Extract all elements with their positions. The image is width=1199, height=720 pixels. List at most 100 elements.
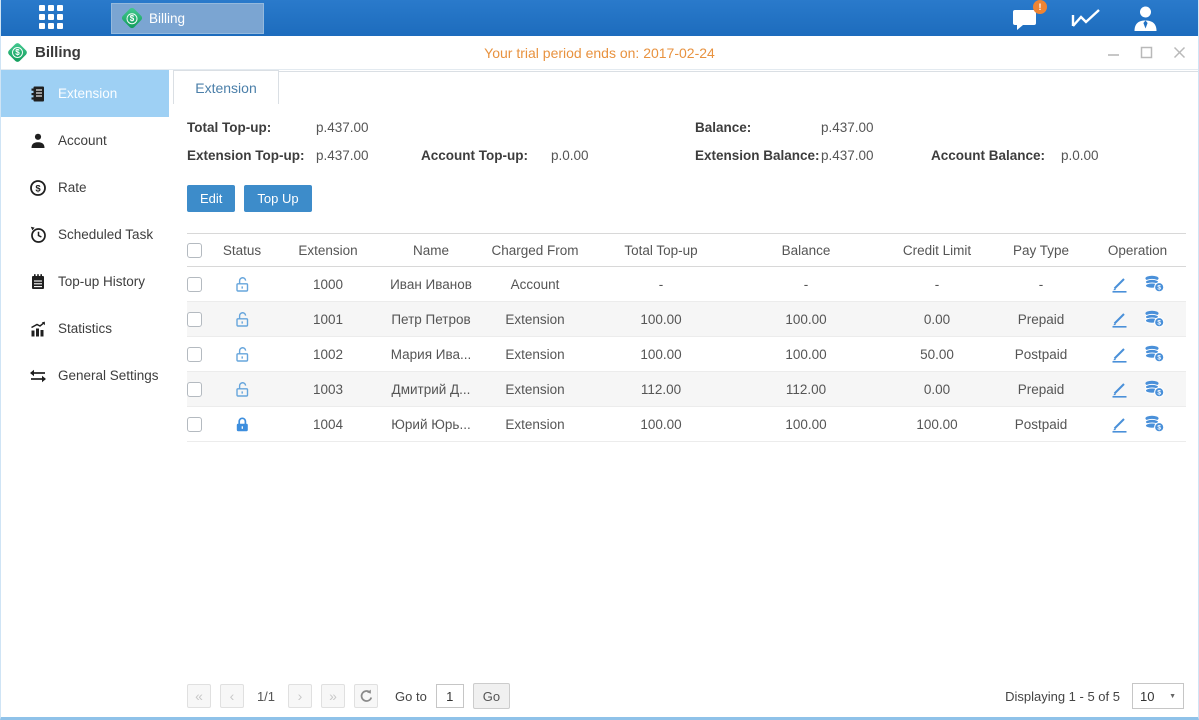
refresh-button[interactable]	[354, 684, 378, 708]
cell-total-topup: 100.00	[591, 347, 731, 362]
extension-topup-value: p.437.00	[316, 148, 421, 163]
top-up-button[interactable]: Top Up	[244, 185, 311, 212]
displaying-text: Displaying 1 - 5 of 5	[1005, 689, 1120, 704]
tab-extension[interactable]: Extension	[173, 70, 279, 104]
extension-balance-value: p.437.00	[821, 148, 931, 163]
edit-button[interactable]: Edit	[187, 185, 235, 212]
summary-panel: Total Top-up: p.437.00 Balance: p.437.00…	[169, 104, 1198, 163]
col-pay-type: Pay Type	[993, 243, 1089, 258]
top-up-row-icon[interactable]: $	[1144, 310, 1165, 328]
svg-text:$: $	[1157, 425, 1161, 432]
maximize-button[interactable]	[1140, 46, 1153, 59]
col-credit-limit: Credit Limit	[881, 243, 993, 258]
row-checkbox[interactable]	[187, 417, 202, 432]
next-page-button[interactable]: ›	[288, 684, 312, 708]
edit-row-icon[interactable]	[1110, 346, 1129, 363]
row-checkbox[interactable]	[187, 382, 202, 397]
tab-strip: Extension	[169, 70, 1198, 104]
clock-icon	[29, 226, 47, 244]
total-topup-value: p.437.00	[316, 120, 421, 135]
notification-badge: !	[1033, 0, 1047, 14]
prev-page-button[interactable]: ‹	[220, 684, 244, 708]
sidebar-item-general-settings[interactable]: General Settings	[1, 352, 169, 399]
topbar-tab-billing[interactable]: $ Billing	[111, 3, 264, 34]
status-unlocked-icon[interactable]	[234, 381, 251, 398]
notebook-icon	[29, 273, 47, 291]
sidebar-item-account[interactable]: Account	[1, 117, 169, 164]
last-page-button[interactable]: »	[321, 684, 345, 708]
billing-dollar-diamond-icon: $	[121, 7, 144, 30]
top-up-row-icon[interactable]: $	[1144, 275, 1165, 293]
row-checkbox[interactable]	[187, 277, 202, 292]
table-row: 1001 Петр Петров Extension 100.00 100.00…	[187, 302, 1186, 337]
reports-chart-icon[interactable]	[1070, 6, 1101, 30]
dollar-circle-icon: $	[29, 179, 47, 197]
ledger-icon	[29, 85, 47, 103]
status-unlocked-icon[interactable]	[234, 276, 251, 293]
go-button[interactable]: Go	[473, 683, 510, 709]
cell-credit-limit: 0.00	[881, 312, 993, 327]
cell-balance: 100.00	[731, 417, 881, 432]
col-name: Name	[383, 243, 479, 258]
col-extension: Extension	[273, 243, 383, 258]
cell-charged-from: Extension	[479, 312, 591, 327]
sidebar-item-statistics[interactable]: Statistics	[1, 305, 169, 352]
cell-credit-limit: 0.00	[881, 382, 993, 397]
tab-strip-divider	[279, 71, 1198, 72]
extensions-table: Status Extension Name Charged From Total…	[187, 233, 1186, 442]
transfer-arrows-icon	[29, 367, 47, 385]
app-grid-icon[interactable]	[39, 5, 65, 31]
top-up-row-icon[interactable]: $	[1144, 380, 1165, 398]
top-up-row-icon[interactable]: $	[1144, 415, 1165, 433]
cell-total-topup: 112.00	[591, 382, 731, 397]
top-up-row-icon[interactable]: $	[1144, 345, 1165, 363]
person-icon	[29, 132, 47, 150]
cell-name: Петр Петров	[383, 312, 479, 327]
table-row: 1003 Дмитрий Д... Extension 112.00 112.0…	[187, 372, 1186, 407]
sidebar-item-extension[interactable]: Extension	[1, 70, 169, 117]
extension-topup-label: Extension Top-up:	[187, 148, 316, 163]
account-balance-value: p.0.00	[1061, 148, 1198, 163]
account-topup-value: p.0.00	[551, 148, 695, 163]
messages-icon[interactable]: !	[1012, 6, 1040, 31]
bar-chart-icon	[29, 320, 47, 338]
edit-row-icon[interactable]	[1110, 311, 1129, 328]
cell-pay-type: Prepaid	[993, 312, 1089, 327]
cell-balance: 112.00	[731, 382, 881, 397]
cell-total-topup: -	[591, 277, 731, 292]
status-unlocked-icon[interactable]	[234, 346, 251, 363]
table-header-row: Status Extension Name Charged From Total…	[187, 233, 1186, 267]
close-button[interactable]	[1173, 46, 1186, 59]
minimize-button[interactable]	[1107, 46, 1120, 59]
svg-text:$: $	[1157, 355, 1161, 362]
cell-extension: 1001	[273, 312, 383, 327]
edit-row-icon[interactable]	[1110, 276, 1129, 293]
page-size-select[interactable]: 10 ▼	[1132, 683, 1184, 709]
row-checkbox[interactable]	[187, 312, 202, 327]
app-body: Extension Account $ Rate	[1, 70, 1198, 717]
cell-charged-from: Extension	[479, 417, 591, 432]
cell-credit-limit: 100.00	[881, 417, 993, 432]
row-checkbox[interactable]	[187, 347, 202, 362]
goto-page-input[interactable]	[436, 684, 464, 708]
page-indicator: 1/1	[253, 689, 279, 704]
balance-label: Balance:	[695, 120, 821, 135]
first-page-button[interactable]: «	[187, 684, 211, 708]
sidebar-item-label: Statistics	[58, 321, 112, 336]
sidebar-item-topup-history[interactable]: Top-up History	[1, 258, 169, 305]
select-all-checkbox[interactable]	[187, 243, 202, 258]
user-account-icon[interactable]	[1131, 5, 1160, 31]
sidebar-item-label: General Settings	[58, 368, 159, 383]
svg-text:$: $	[1157, 390, 1161, 397]
sidebar-item-scheduled-task[interactable]: Scheduled Task	[1, 211, 169, 258]
sidebar-item-rate[interactable]: $ Rate	[1, 164, 169, 211]
sidebar-item-label: Rate	[58, 180, 87, 195]
edit-row-icon[interactable]	[1110, 381, 1129, 398]
status-locked-icon[interactable]	[234, 416, 251, 433]
cell-credit-limit: 50.00	[881, 347, 993, 362]
cell-name: Иван Иванов	[383, 277, 479, 292]
main-content: Extension Total Top-up: p.437.00 Balance…	[169, 70, 1198, 717]
cell-name: Юрий Юрь...	[383, 417, 479, 432]
status-unlocked-icon[interactable]	[234, 311, 251, 328]
edit-row-icon[interactable]	[1110, 416, 1129, 433]
